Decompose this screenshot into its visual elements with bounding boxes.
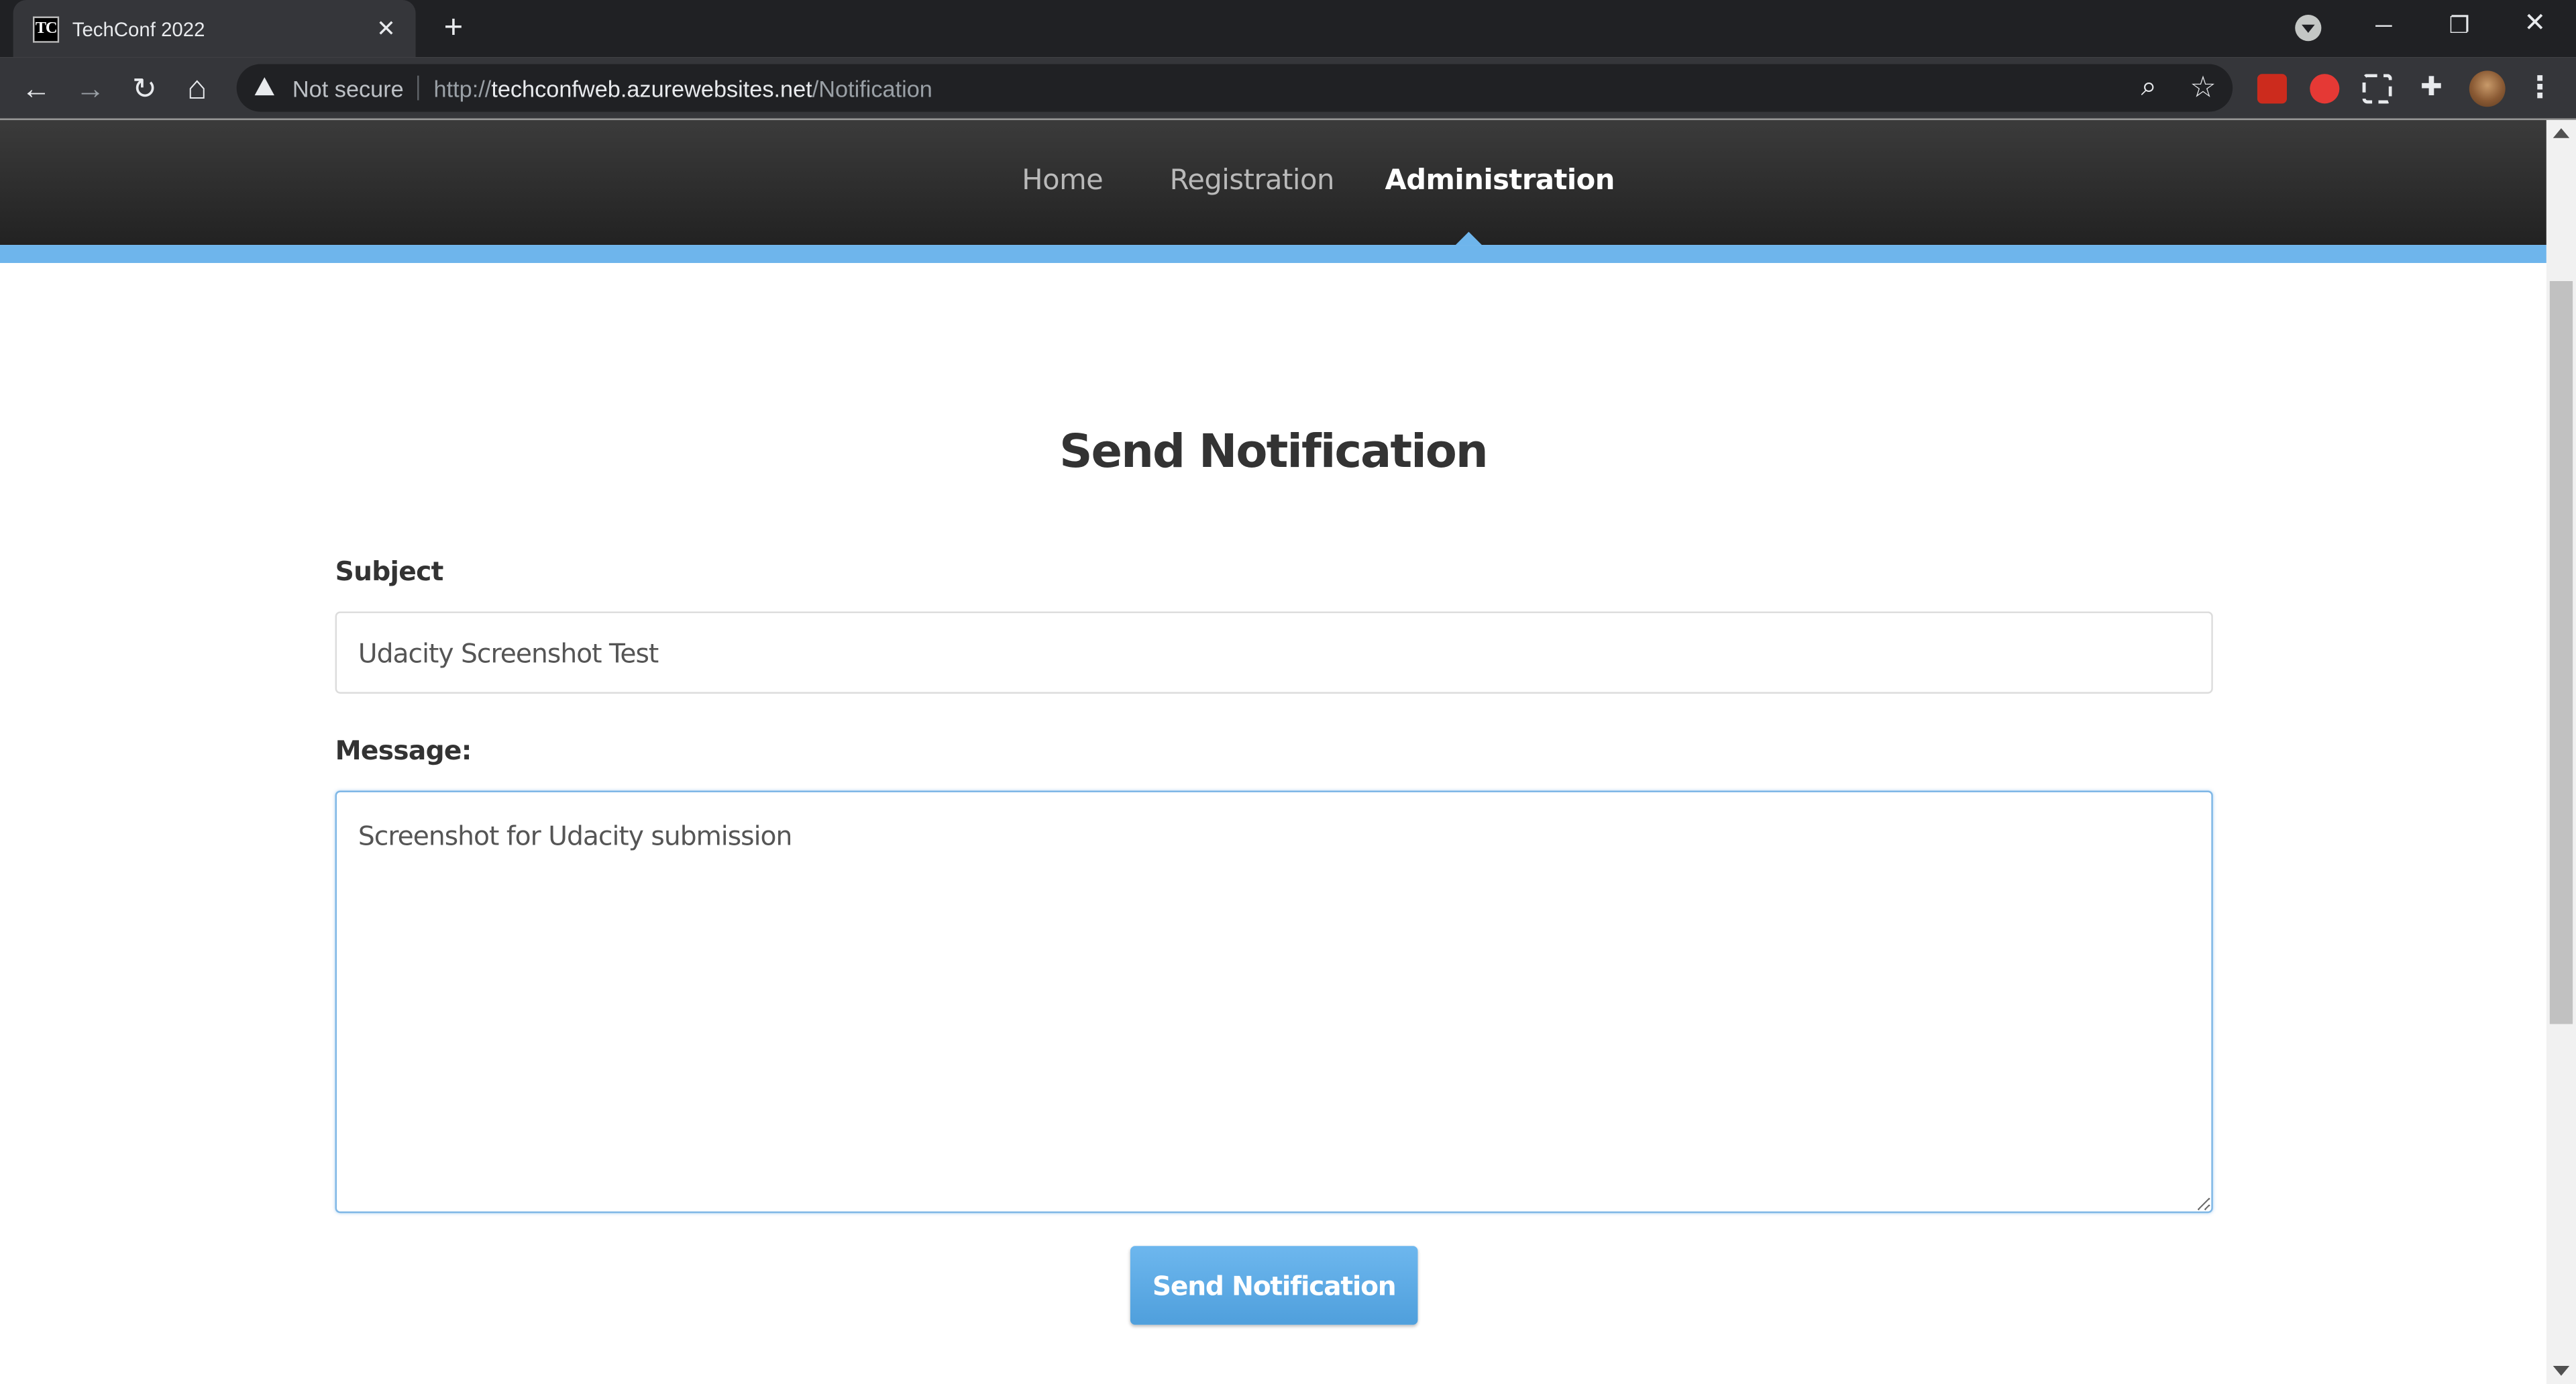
message-label: Message:: [335, 735, 472, 766]
security-label[interactable]: Not secure: [292, 76, 404, 102]
nav-home[interactable]: Home: [1022, 164, 1103, 197]
browser-tab[interactable]: TC TechConf 2022 ✕: [13, 0, 416, 58]
address-bar[interactable]: Not secure http://techconfweb.azurewebsi…: [236, 64, 2233, 112]
subject-label: Subject: [335, 555, 444, 587]
capture-extension-icon[interactable]: [2362, 74, 2392, 104]
browser-toolbar: ← → ↻ ⌂ Not secure http://techconfweb.az…: [0, 57, 2576, 119]
scroll-up-arrow-icon[interactable]: [2553, 128, 2570, 138]
minimize-button[interactable]: ─: [2346, 0, 2422, 52]
site-navbar: Home Registration Administration: [0, 119, 2546, 246]
forward-icon[interactable]: →: [69, 67, 112, 110]
restore-button[interactable]: ❐: [2422, 0, 2498, 52]
url-path: /Notification: [812, 75, 932, 102]
acrobat-extension-icon[interactable]: [2257, 74, 2287, 104]
browser-tabstrip: TC TechConf 2022 ✕ + ─ ❐ ✕: [0, 0, 2576, 58]
zoom-icon[interactable]: ⌕: [2133, 70, 2165, 103]
nav-administration[interactable]: Administration: [1385, 164, 1615, 197]
subject-input[interactable]: [335, 611, 2213, 694]
message-textarea[interactable]: Screenshot for Udacity submission: [335, 790, 2213, 1214]
omnibox-divider: [417, 75, 419, 101]
browser-menu-icon[interactable]: ⋮: [2525, 67, 2555, 107]
adblock-extension-icon[interactable]: [2310, 74, 2340, 104]
active-nav-indicator: [1455, 231, 1482, 246]
send-notification-button[interactable]: Send Notification: [1130, 1246, 1418, 1325]
url-text[interactable]: http://techconfweb.azurewebsites.net/Not…: [434, 76, 932, 102]
nav-registration[interactable]: Registration: [1170, 164, 1335, 197]
page-viewport: Home Registration Administration Send No…: [0, 119, 2546, 1384]
scrollbar-thumb[interactable]: [2549, 280, 2573, 1024]
reload-icon[interactable]: ↻: [123, 67, 166, 110]
url-host: techconfweb.azurewebsites.net: [491, 75, 812, 102]
tab-close-icon[interactable]: ✕: [373, 15, 399, 41]
back-icon[interactable]: ←: [15, 67, 58, 110]
page-scrollbar[interactable]: [2546, 119, 2576, 1384]
scroll-down-arrow-icon[interactable]: [2553, 1366, 2570, 1376]
puzzle-extension-icon[interactable]: ✚: [2410, 67, 2453, 110]
close-window-button[interactable]: ✕: [2497, 0, 2573, 52]
page-title: Send Notification: [1059, 424, 1489, 478]
url-scheme: http://: [433, 75, 492, 102]
home-icon[interactable]: ⌂: [176, 67, 219, 110]
new-tab-button[interactable]: +: [437, 11, 470, 44]
favicon-icon: TC: [32, 15, 60, 42]
header-accent-bar: [0, 245, 2546, 264]
tab-search-icon[interactable]: [2295, 15, 2322, 42]
tab-title: TechConf 2022: [72, 17, 205, 41]
warning-icon: [254, 77, 274, 96]
bookmark-star-icon[interactable]: ☆: [2187, 70, 2220, 103]
profile-avatar[interactable]: [2469, 70, 2506, 107]
